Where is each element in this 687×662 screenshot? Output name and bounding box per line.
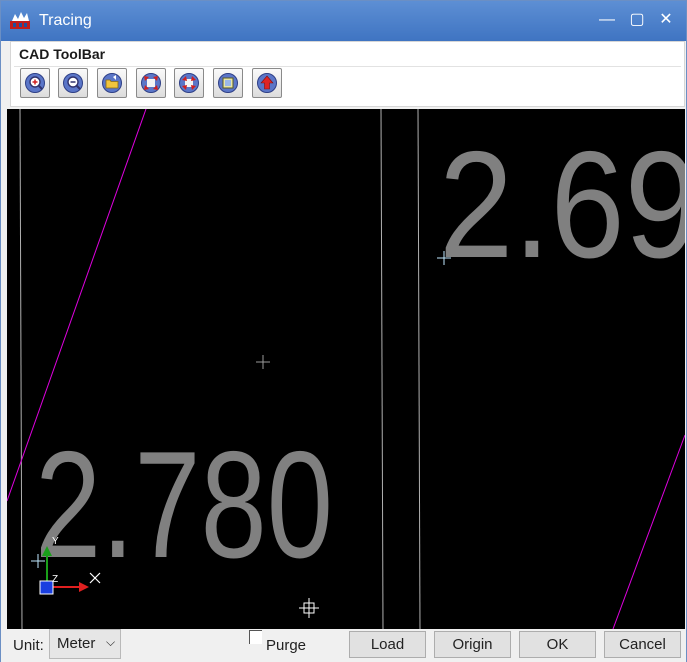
collapse-arrows-icon: [179, 73, 199, 93]
zoom-window-tool[interactable]: [174, 68, 204, 98]
unit-label: Unit:: [13, 637, 44, 654]
toolbar-divider: [14, 66, 681, 67]
window-title: Tracing: [39, 12, 92, 29]
unit-value: Meter: [57, 635, 96, 652]
cancel-button[interactable]: Cancel: [604, 631, 681, 658]
close-button[interactable]: ✕: [654, 9, 678, 31]
left-value-label: 2.780: [35, 420, 333, 590]
pan-tool[interactable]: [213, 68, 243, 98]
ucs-z-label: Z: [52, 574, 58, 585]
ucs-y-label: Y: [52, 536, 59, 547]
load-button[interactable]: Load: [349, 631, 426, 658]
zoom-in-icon: [25, 73, 45, 93]
reset-tool[interactable]: [252, 68, 282, 98]
tracing-window: Tracing — ▢ ✕ CAD ToolBar 2.780 2.69 Y Z…: [0, 0, 687, 662]
ok-button[interactable]: OK: [519, 631, 596, 658]
bottom-bar: Unit: Meter ⌵ Purge Load Origin OK Cance…: [1, 629, 686, 662]
unit-dropdown[interactable]: Meter ⌵: [49, 629, 121, 659]
minimize-button[interactable]: —: [595, 9, 619, 31]
purge-checkbox[interactable]: [249, 630, 262, 644]
open-tool[interactable]: [97, 68, 127, 98]
chevron-down-icon: ⌵: [106, 635, 116, 649]
expand-arrows-icon: [141, 73, 161, 93]
purge-label: Purge: [266, 637, 307, 654]
cad-toolbar: CAD ToolBar: [10, 41, 685, 107]
right-value-label: 2.69: [439, 120, 685, 290]
folder-icon: [102, 73, 122, 93]
title-bar[interactable]: Tracing — ▢ ✕: [1, 1, 686, 41]
zoom-out-icon: [63, 73, 83, 93]
app-logo-icon: [10, 12, 30, 29]
origin-button[interactable]: Origin: [434, 631, 511, 658]
frame-icon: [218, 73, 238, 93]
zoom-out-tool[interactable]: [58, 68, 88, 98]
zoom-extents-tool[interactable]: [136, 68, 166, 98]
zoom-in-tool[interactable]: [20, 68, 50, 98]
cad-drawing-canvas[interactable]: 2.780 2.69 Y Z: [7, 109, 685, 629]
maximize-button[interactable]: ▢: [625, 9, 649, 31]
toolbar-title: CAD ToolBar: [19, 46, 106, 62]
cad-drawing[interactable]: 2.780 2.69 Y Z: [7, 109, 685, 629]
up-arrow-icon: [257, 73, 277, 93]
